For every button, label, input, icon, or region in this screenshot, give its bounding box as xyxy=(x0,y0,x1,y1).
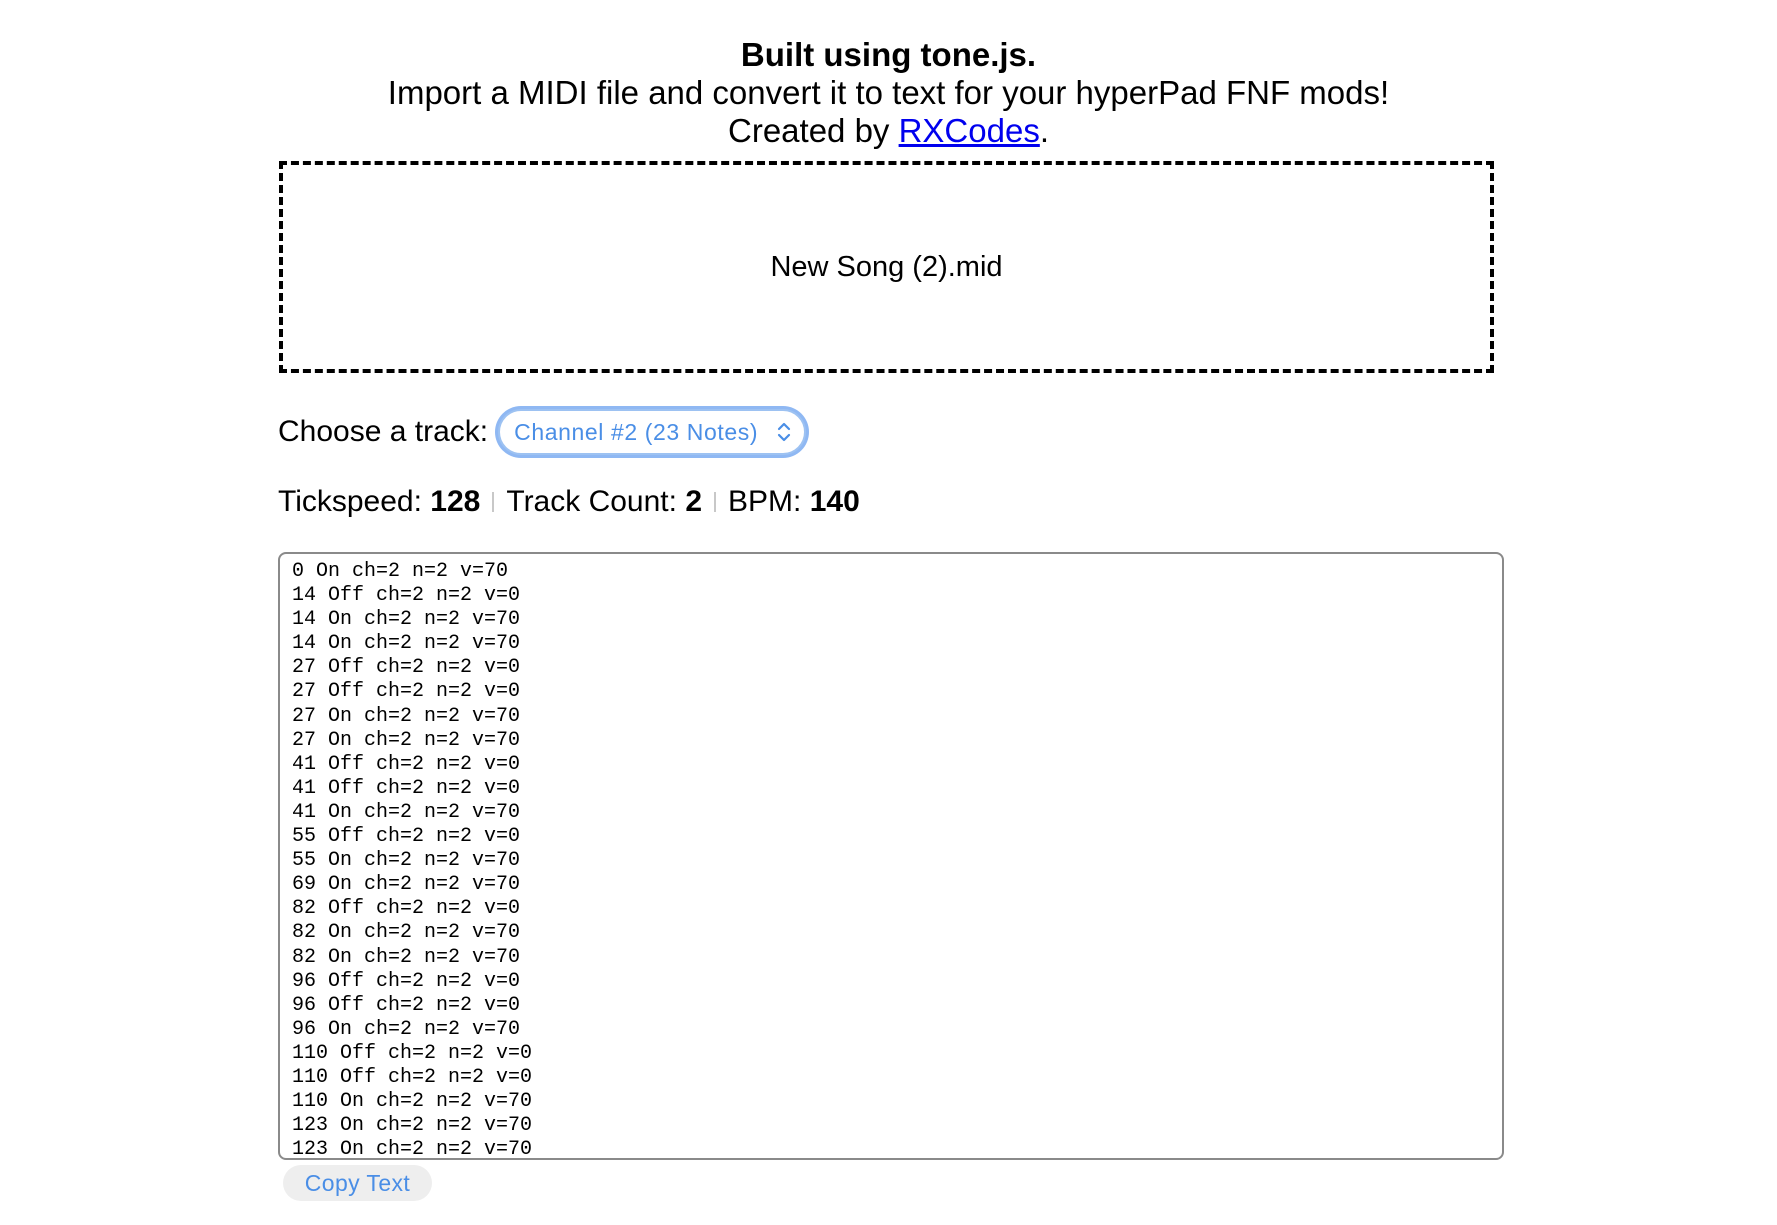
output-line: 55 Off ch=2 n=2 v=0 xyxy=(292,825,521,849)
stats-divider xyxy=(492,492,495,512)
page-subtitle: Import a MIDI file and convert it to tex… xyxy=(387,74,1390,111)
track-count-value: 2 xyxy=(685,485,703,518)
output-line: 14 On ch=2 n=2 v=70 xyxy=(292,608,521,632)
output-line: 82 On ch=2 n=2 v=70 xyxy=(292,921,521,945)
page-title: Built using tone.js. xyxy=(740,36,1037,73)
output-line: 82 Off ch=2 n=2 v=0 xyxy=(292,897,521,921)
output-line: 96 Off ch=2 n=2 v=0 xyxy=(292,993,521,1017)
midi-drop-zone[interactable]: New Song (2).mid xyxy=(279,161,1494,373)
up-down-chevron-icon xyxy=(778,422,791,442)
bpm-label: BPM: xyxy=(728,485,802,518)
output-line: 41 Off ch=2 n=2 v=0 xyxy=(292,752,521,776)
tickspeed-label: Tickspeed: xyxy=(278,485,422,518)
stats-divider xyxy=(714,492,717,512)
credit-prefix: Created by xyxy=(728,112,899,149)
output-line: 27 On ch=2 n=2 v=70 xyxy=(292,704,521,728)
credit-line: Created by RXCodes. xyxy=(0,112,1777,150)
output-line: 14 Off ch=2 n=2 v=0 xyxy=(292,584,521,608)
page-header: Built using tone.js. Import a MIDI file … xyxy=(0,36,1777,150)
output-line: 27 Off ch=2 n=2 v=0 xyxy=(292,656,521,680)
selected-filename: New Song (2).mid xyxy=(770,250,1003,283)
credit-suffix: . xyxy=(1039,112,1049,149)
track-chooser: Choose a track: Channel #2 (23 Notes) xyxy=(278,406,807,458)
output-line: 110 Off ch=2 n=2 v=0 xyxy=(292,1065,533,1089)
tickspeed-value: 128 xyxy=(430,485,481,518)
track-label: Choose a track: xyxy=(278,415,489,448)
track-select[interactable]: Channel #2 (23 Notes) xyxy=(498,409,807,455)
output-line: 14 On ch=2 n=2 v=70 xyxy=(292,632,521,656)
midi-text-output[interactable]: 0 On ch=2 n=2 v=70 14 Off ch=2 n=2 v=0 14 … xyxy=(278,552,1504,1160)
bpm-value: 140 xyxy=(809,485,860,518)
copy-text-button[interactable]: Copy Text xyxy=(283,1165,432,1201)
output-line: 55 On ch=2 n=2 v=70 xyxy=(292,849,521,873)
track-select-value: Channel #2 (23 Notes) xyxy=(514,418,759,445)
output-line: 96 On ch=2 n=2 v=70 xyxy=(292,1017,521,1041)
output-line: 82 On ch=2 n=2 v=70 xyxy=(292,945,521,969)
track-count-label: Track Count: xyxy=(506,485,677,518)
output-line: 27 Off ch=2 n=2 v=0 xyxy=(292,680,521,704)
output-line: 123 On ch=2 n=2 v=70 xyxy=(292,1138,533,1160)
output-line: 41 Off ch=2 n=2 v=0 xyxy=(292,776,521,800)
output-line: 27 On ch=2 n=2 v=70 xyxy=(292,728,521,752)
rxcodes-link[interactable]: RXCodes xyxy=(899,112,1040,149)
midi-stats: Tickspeed: 128 Track Count: 2 BPM: 140 xyxy=(278,485,860,519)
output-line: 0 On ch=2 n=2 v=70 xyxy=(292,560,509,583)
output-line: 96 Off ch=2 n=2 v=0 xyxy=(292,969,521,993)
output-line: 110 On ch=2 n=2 v=70 xyxy=(292,1090,533,1114)
output-line: 110 Off ch=2 n=2 v=0 xyxy=(292,1041,533,1065)
output-line: 41 On ch=2 n=2 v=70 xyxy=(292,800,521,824)
output-line: 69 On ch=2 n=2 v=70 xyxy=(292,873,521,897)
output-line: 123 On ch=2 n=2 v=70 xyxy=(292,1114,533,1138)
